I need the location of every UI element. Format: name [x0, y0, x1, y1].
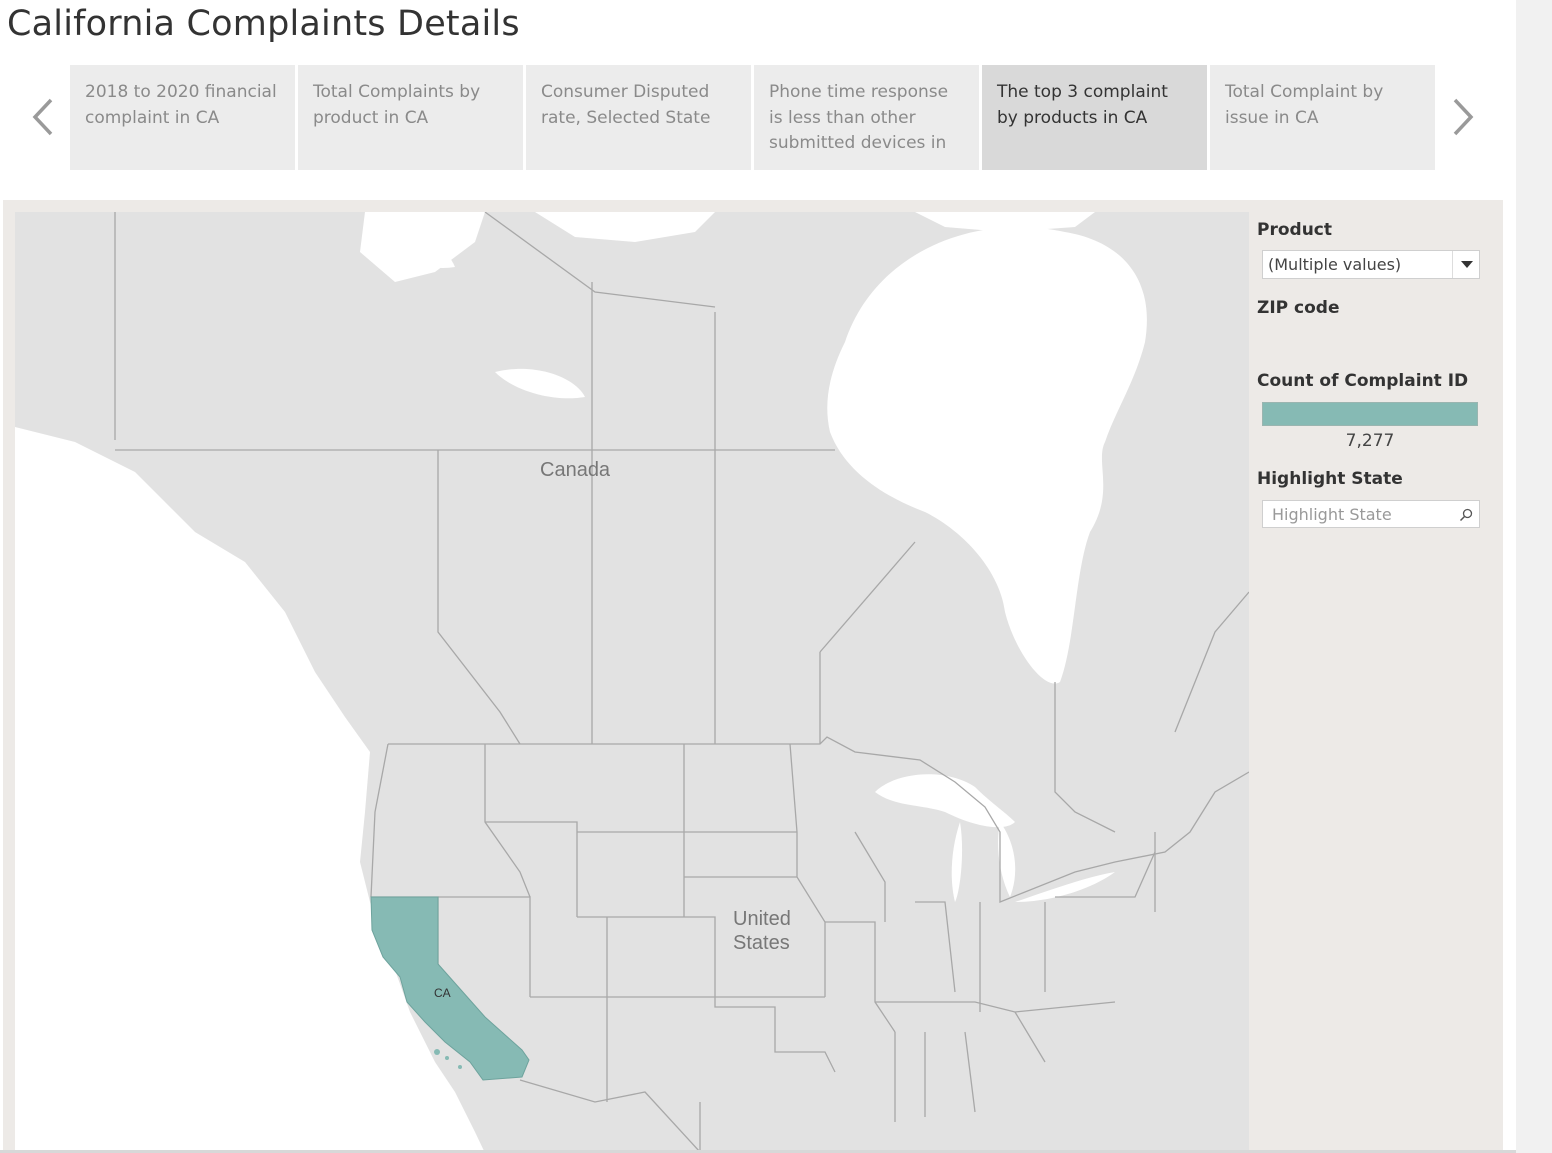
page-title: California Complaints Details — [7, 4, 520, 44]
story-tab-complaints-by-product[interactable]: Total Complaints by product in CA — [298, 65, 523, 170]
story-tab-top3-complaints[interactable]: The top 3 complaint by products in CA — [982, 65, 1207, 170]
story-tab-phone-response[interactable]: Phone time response is less than other s… — [754, 65, 979, 170]
vertical-scrollbar[interactable] — [1516, 0, 1552, 1153]
chevron-right-icon[interactable] — [1447, 96, 1477, 138]
product-filter-title: Product — [1257, 220, 1332, 240]
chevron-left-icon[interactable] — [29, 96, 59, 138]
product-dropdown-value: (Multiple values) — [1268, 255, 1402, 274]
chevron-down-icon[interactable] — [1452, 251, 1479, 278]
legend-value: 7,277 — [1345, 431, 1395, 451]
united-label: United — [733, 908, 791, 930]
canada-label: Canada — [540, 459, 611, 481]
zip-code-title: ZIP code — [1257, 298, 1340, 318]
hudson-bay — [827, 226, 1147, 684]
story-tab-complaint-by-issue[interactable]: Total Complaint by issue in CA — [1210, 65, 1435, 170]
filter-panel: Product (Multiple values) ZIP code Count… — [1249, 212, 1503, 1153]
legend-title: Count of Complaint ID — [1257, 371, 1469, 391]
product-dropdown[interactable]: (Multiple values) — [1262, 250, 1480, 279]
map-view[interactable]: Canada United States CA — [15, 212, 1249, 1153]
search-icon[interactable] — [1459, 508, 1473, 522]
pacific-ocean — [15, 427, 485, 1153]
states-label: States — [733, 932, 790, 954]
legend-color-bar — [1262, 402, 1478, 426]
highlight-state-placeholder: Highlight State — [1272, 505, 1392, 524]
ca-state-label: CA — [434, 986, 451, 1000]
highlight-state-title: Highlight State — [1257, 469, 1403, 489]
highlight-state-input[interactable]: Highlight State — [1262, 500, 1480, 528]
story-tab-disputed-rate[interactable]: Consumer Disputed rate, Selected State — [526, 65, 751, 170]
story-tab-financial-complaint[interactable]: 2018 to 2020 financial complaint in CA — [70, 65, 295, 170]
